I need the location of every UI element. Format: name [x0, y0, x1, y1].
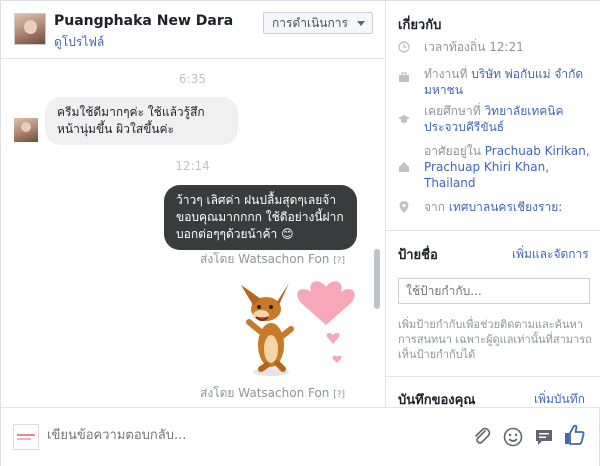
about-title: เกี่ยวกับ — [398, 18, 442, 33]
sent-by-label: ส่งโดย Watsachon Fon [?] — [200, 250, 345, 269]
label-input[interactable] — [398, 278, 590, 304]
fox-sticker — [241, 281, 355, 376]
labels-help-text: เพิ่มป้ายกำกับเพื่อช่วยติดตามและค้นหาการ… — [398, 318, 592, 361]
view-profile-link[interactable]: ดูโปรไฟล์ — [54, 33, 104, 52]
timestamp: 6:35 — [179, 72, 206, 86]
actions-dropdown[interactable]: การดำเนินการ — [263, 12, 373, 34]
timestamp: 12:14 — [175, 159, 210, 173]
message-thread: 6:35 ครีมใช้ดีมากๆค่ะ ใช้แล้วรู้สึกหน้าน… — [1, 59, 384, 407]
local-time-row: เวลาท้องถิ่น 12:21 — [398, 39, 594, 55]
work-prefix: ทำงานที่ — [424, 67, 468, 81]
help-icon[interactable]: [?] — [333, 390, 345, 400]
from-row: จาก เทศบาลนครเชียงราย: — [398, 199, 594, 215]
lives-prefix: อาศัยอยู่ใน — [424, 144, 481, 158]
work-row: ทำงานที่ บริษัท พ่อกับแม่ จำกัด มหาชน — [398, 66, 594, 98]
avatar[interactable] — [14, 13, 46, 45]
location-pin-icon — [399, 201, 409, 213]
sent-by-label: ส่งโดย Watsachon Fon [?] — [200, 384, 345, 403]
chevron-down-icon — [357, 21, 365, 26]
smile-emoji-icon: 😊 — [281, 227, 294, 241]
local-time-text: เวลาท้องถิ่น 12:21 — [424, 40, 524, 54]
avatar — [14, 118, 38, 142]
help-icon[interactable]: [?] — [333, 256, 345, 266]
outgoing-message-text: ว้าวๆ เลิศค่า ฝนปลื้มสุดๆเลยจ้า ขอบคุณมา… — [176, 193, 344, 241]
actions-label: การดำเนินการ — [272, 16, 348, 30]
emoji-icon[interactable] — [502, 426, 524, 448]
from-prefix: จาก — [424, 200, 446, 214]
home-icon — [399, 162, 409, 172]
divider — [386, 230, 600, 231]
hometown-link[interactable]: เทศบาลนครเชียงราย: — [449, 200, 562, 214]
conversation-header: Puangphaka New Dara ดูโปรไฟล์ การดำเนินก… — [1, 1, 384, 59]
paperclip-icon[interactable] — [471, 426, 493, 448]
briefcase-icon — [399, 72, 409, 82]
study-prefix: เคยศึกษาที่ — [424, 104, 481, 118]
page-logo — [13, 424, 39, 450]
labels-title: ป้ายชื่อ — [398, 248, 438, 263]
divider — [386, 376, 600, 377]
add-manage-labels-link[interactable]: เพิ่มและจัดการ — [512, 245, 589, 264]
thumbs-up-icon[interactable] — [563, 423, 587, 447]
inbox-window: Puangphaka New Dara ดูโปรไฟล์ การดำเนินก… — [0, 0, 600, 466]
clock-icon — [398, 41, 410, 53]
education-row: เคยศึกษาที่ วิทยาลัยเทคนิคประจวบคีรีขันธ… — [398, 103, 594, 135]
outgoing-message: ว้าวๆ เลิศค่า ฝนปลื้มสุดๆเลยจ้า ขอบคุณมา… — [164, 185, 357, 250]
incoming-message: ครีมใช้ดีมากๆค่ะ ใช้แล้วรู้สึกหน้านุ่มขึ… — [45, 97, 238, 145]
contact-name[interactable]: Puangphaka New Dara — [54, 13, 233, 29]
reply-input[interactable] — [47, 428, 307, 443]
compose-bar — [1, 407, 599, 466]
graduation-cap-icon — [398, 115, 410, 123]
sent-by-text: ส่งโดย Watsachon Fon — [200, 252, 330, 266]
sent-by-text: ส่งโดย Watsachon Fon — [200, 386, 330, 400]
details-panel: เกี่ยวกับ เวลาท้องถิ่น 12:21 ทำงานที่ บร… — [385, 1, 600, 408]
lives-in-row: อาศัยอยู่ใน Prachuab Kirikan, Prachuap K… — [398, 143, 594, 191]
saved-reply-icon[interactable] — [533, 426, 555, 448]
scrollbar[interactable] — [374, 249, 380, 309]
